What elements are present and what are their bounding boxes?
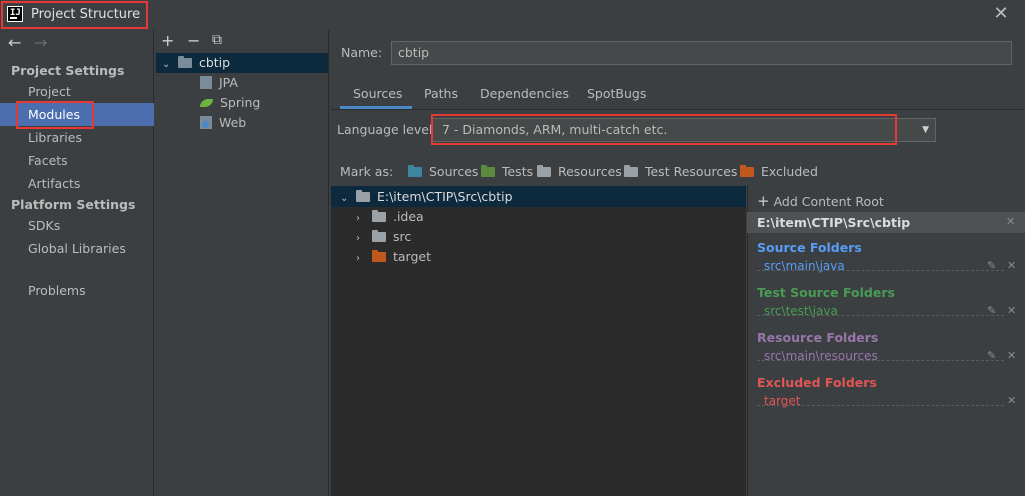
- module-name-input[interactable]: cbtip: [391, 41, 1012, 65]
- edit-pencil-icon[interactable]: ✎: [987, 259, 996, 272]
- module-tree-item-web[interactable]: Web: [200, 113, 246, 133]
- resource-folder-divider: [757, 360, 1004, 361]
- dropdown-arrow-icon[interactable]: ▼: [922, 119, 929, 141]
- test-source-folders-heading: Test Source Folders: [757, 285, 895, 300]
- file-tree-item-idea[interactable]: › .idea: [356, 207, 424, 227]
- file-tree-root-label: E:\item\CTIP\Src\cbtip: [376, 189, 513, 204]
- excluded-folder-icon: [371, 250, 386, 262]
- sources-folder-icon: [408, 165, 422, 177]
- remove-source-folder-icon[interactable]: ✕: [1007, 259, 1016, 272]
- module-tree-item-label: JPA: [218, 75, 238, 90]
- sidebar-item-project[interactable]: Project: [0, 80, 154, 103]
- mark-resources-button[interactable]: Resources: [537, 164, 622, 180]
- tab-paths[interactable]: Paths: [424, 86, 458, 101]
- jpa-icon: [200, 76, 212, 89]
- sidebar-item-facets[interactable]: Facets: [0, 149, 154, 172]
- mark-as-label: Mark as:: [340, 164, 394, 179]
- sidebar-item-problems[interactable]: Problems: [0, 279, 154, 302]
- module-tree-root[interactable]: ⌄ cbtip: [156, 53, 328, 73]
- add-module-icon[interactable]: +: [161, 31, 174, 50]
- tab-spotbugs[interactable]: SpotBugs: [587, 86, 646, 101]
- sidebar-item-sdks[interactable]: SDKs: [0, 214, 154, 237]
- content-root-path: E:\item\CTIP\Src\cbtip: [757, 215, 911, 230]
- chevron-down-icon[interactable]: ⌄: [340, 189, 352, 209]
- forward-arrow-icon[interactable]: →: [34, 33, 47, 52]
- resources-folder-icon: [537, 165, 551, 177]
- module-tree-item-label: Spring: [219, 95, 261, 110]
- close-icon[interactable]: ✕: [990, 4, 1012, 26]
- folder-icon: [355, 190, 370, 202]
- test-resources-folder-icon: [624, 165, 638, 177]
- name-label: Name:: [341, 45, 383, 60]
- module-root-label: cbtip: [198, 55, 231, 70]
- tab-divider: [331, 109, 1025, 110]
- mark-test-resources-button[interactable]: Test Resources: [624, 164, 737, 180]
- source-folder-divider: [757, 270, 1004, 271]
- sidebar-item-libraries[interactable]: Libraries: [0, 126, 154, 149]
- module-tree-panel: + − ⧉ ⌄ cbtip JPA Spring Web: [155, 30, 329, 496]
- mark-resources-label: Resources: [557, 164, 622, 179]
- remove-excluded-folder-icon[interactable]: ✕: [1007, 394, 1016, 407]
- file-tree-item-label: target: [392, 249, 431, 264]
- platform-settings-heading: Platform Settings: [11, 197, 136, 212]
- file-tree-item-label: src: [392, 229, 412, 244]
- chevron-right-icon[interactable]: ›: [356, 229, 368, 249]
- highlight-language-level-box: [431, 114, 897, 145]
- settings-sidebar: ← → Project Settings Project Modules Lib…: [0, 30, 154, 496]
- mark-test-resources-label: Test Resources: [644, 164, 738, 179]
- chevron-right-icon[interactable]: ›: [356, 249, 368, 269]
- tab-dependencies[interactable]: Dependencies: [480, 86, 569, 101]
- mark-tests-button[interactable]: Tests: [481, 164, 533, 180]
- folder-icon: [371, 210, 386, 222]
- plus-icon: +: [757, 192, 770, 210]
- project-settings-heading: Project Settings: [11, 63, 125, 78]
- mark-sources-label: Sources: [428, 164, 479, 179]
- spring-leaf-icon: [200, 99, 213, 107]
- edit-pencil-icon[interactable]: ✎: [987, 304, 996, 317]
- module-folder-icon: [177, 56, 192, 68]
- source-folders-heading: Source Folders: [757, 240, 862, 255]
- tab-sources[interactable]: Sources: [353, 86, 402, 101]
- mark-excluded-button[interactable]: Excluded: [740, 164, 818, 180]
- mark-tests-label: Tests: [501, 164, 534, 179]
- highlight-modules-box: [16, 101, 94, 129]
- remove-test-source-folder-icon[interactable]: ✕: [1007, 304, 1016, 317]
- module-tree-item-jpa[interactable]: JPA: [200, 73, 238, 93]
- remove-module-icon[interactable]: −: [187, 31, 200, 50]
- module-tree-item-spring[interactable]: Spring: [200, 93, 260, 113]
- edit-pencil-icon[interactable]: ✎: [987, 349, 996, 362]
- back-arrow-icon[interactable]: ←: [8, 33, 21, 52]
- add-content-root-label: Add Content Root: [773, 194, 884, 209]
- mark-sources-button[interactable]: Sources: [408, 164, 478, 180]
- file-tree-item-target[interactable]: › target: [356, 247, 431, 267]
- tests-folder-icon: [481, 165, 495, 177]
- web-icon: [200, 116, 212, 129]
- file-tree-root[interactable]: ⌄ E:\item\CTIP\Src\cbtip: [340, 187, 513, 207]
- excluded-folder-divider: [757, 405, 1004, 406]
- mark-excluded-label: Excluded: [760, 164, 818, 179]
- add-content-root-button[interactable]: + Add Content Root: [757, 192, 884, 210]
- excluded-folders-heading: Excluded Folders: [757, 375, 877, 390]
- file-tree-item-src[interactable]: › src: [356, 227, 411, 247]
- resource-folders-heading: Resource Folders: [757, 330, 879, 345]
- excluded-folder-icon: [740, 165, 754, 177]
- title-bar: [0, 0, 1025, 30]
- remove-content-root-icon[interactable]: ✕: [1006, 215, 1015, 228]
- remove-resource-folder-icon[interactable]: ✕: [1007, 349, 1016, 362]
- copy-module-icon[interactable]: ⧉: [212, 32, 222, 48]
- sidebar-item-artifacts[interactable]: Artifacts: [0, 172, 154, 195]
- file-tree-item-label: .idea: [392, 209, 424, 224]
- folder-icon: [371, 230, 386, 242]
- module-tree-item-label: Web: [218, 115, 247, 130]
- language-level-label: Language level:: [337, 122, 437, 137]
- highlight-title-box: [1, 1, 148, 29]
- sidebar-item-global-libraries[interactable]: Global Libraries: [0, 237, 154, 260]
- chevron-right-icon[interactable]: ›: [356, 209, 368, 229]
- test-source-folder-divider: [757, 315, 1004, 316]
- chevron-down-icon[interactable]: ⌄: [162, 55, 174, 75]
